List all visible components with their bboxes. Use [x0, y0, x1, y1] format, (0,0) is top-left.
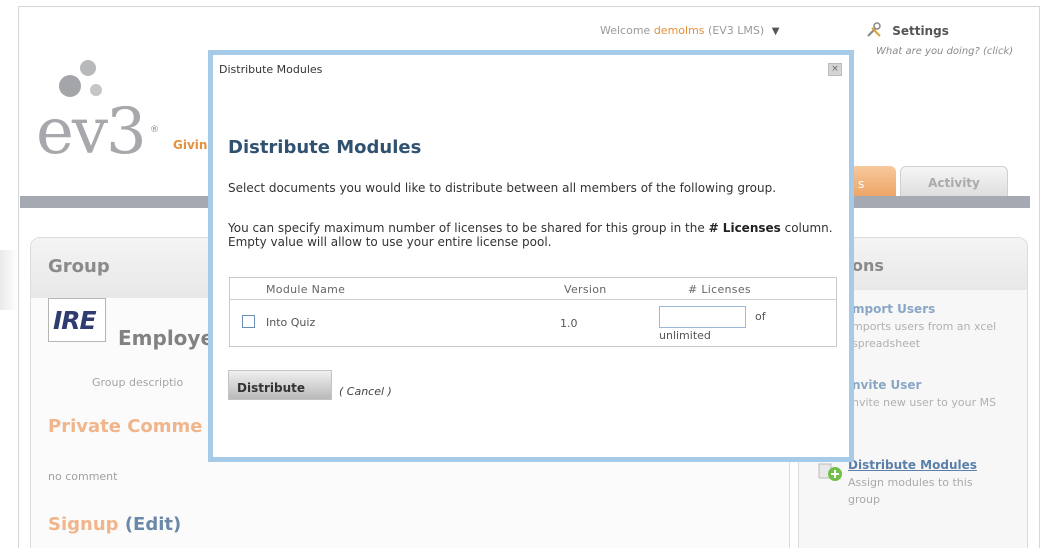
distribute-modules-icon [818, 463, 842, 481]
licenses-input[interactable] [659, 306, 746, 328]
signup-edit-link[interactable]: (Edit) [125, 514, 181, 535]
column-version: Version [564, 283, 607, 296]
dialog-intro: Select documents you would like to distr… [228, 181, 777, 195]
column-module-name: Module Name [266, 283, 346, 296]
tab-activity[interactable]: Activity [900, 166, 1008, 196]
invite-user-link[interactable]: nvite User [852, 378, 921, 392]
hint-pre: You can specify maximum number of licens… [228, 221, 709, 235]
cancel-link[interactable]: ( Cancel ) [339, 385, 392, 398]
comment-text: no comment [48, 470, 118, 483]
signup-label: Signup [48, 514, 119, 535]
tools-icon [867, 22, 881, 37]
ev3-logo: ev3 [36, 95, 147, 169]
module-version: 1.0 [560, 317, 578, 330]
dialog-title: Distribute Modules [219, 63, 323, 76]
distribute-modules-dialog: Distribute Modules × Distribute Modules … [208, 50, 854, 462]
settings-link[interactable]: Settings [866, 22, 949, 38]
signup-heading: Signup (Edit) [48, 514, 181, 535]
group-logo: IRE [48, 298, 106, 342]
import-users-link[interactable]: mport Users [852, 302, 935, 316]
group-panel-title: Group [48, 256, 110, 277]
modules-table: Module Name Version # Licenses Into Quiz… [229, 277, 837, 347]
distribute-modules-link[interactable]: Distribute Modules [848, 458, 977, 472]
table-header: Module Name Version # Licenses [230, 278, 836, 300]
dialog-heading: Distribute Modules [228, 137, 422, 158]
distribute-button[interactable]: Distribute [228, 370, 332, 400]
welcome-text: Welcome demolms (EV3 LMS) ▼ [600, 24, 779, 37]
module-name: Into Quiz [266, 316, 316, 329]
close-icon[interactable]: × [828, 63, 842, 76]
page-edge-shadow [0, 250, 18, 310]
welcome-user[interactable]: demolms [654, 24, 705, 37]
module-checkbox[interactable] [242, 315, 255, 328]
dialog-hint: You can specify maximum number of licens… [228, 221, 838, 249]
licenses-of-label: of [755, 310, 766, 323]
hint-bold: # Licenses [708, 221, 781, 235]
operations-panel-title: ons [852, 256, 884, 275]
settings-label: Settings [892, 24, 949, 38]
invite-user-description: nvite new user to your MS [852, 396, 997, 409]
distribute-modules-description: Assign modules to this group [848, 476, 973, 506]
column-licenses: # Licenses [688, 283, 751, 296]
welcome-suffix: (EV3 LMS) [708, 24, 765, 37]
group-description: Group descriptio [92, 376, 184, 389]
user-menu-chevron-icon[interactable]: ▼ [772, 26, 780, 37]
tab-groups[interactable]: s [850, 166, 896, 196]
private-comments-heading: Private Comme [48, 416, 203, 437]
welcome-prefix: Welcome [600, 24, 651, 37]
logo-registered-mark: ® [150, 125, 159, 135]
import-users-description: mports users from an xcel spreadsheet [852, 320, 997, 350]
licenses-limit-label: unlimited [659, 329, 711, 342]
status-prompt-link[interactable]: What are you doing? (click) [876, 46, 1013, 57]
